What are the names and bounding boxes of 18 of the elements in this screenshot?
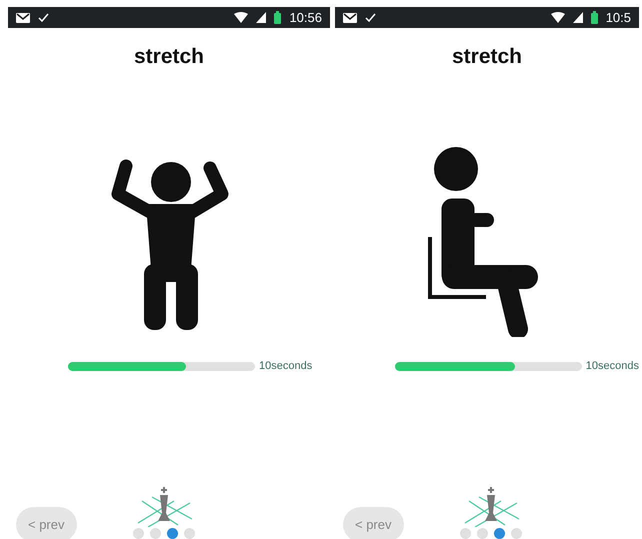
prev-button[interactable]: < prev — [343, 507, 404, 539]
duration-label: 10seconds — [586, 359, 639, 374]
check-icon — [365, 13, 376, 22]
duration-label: 10seconds — [259, 359, 312, 374]
wifi-icon — [234, 12, 248, 23]
wifi-icon — [550, 12, 565, 23]
mail-icon — [16, 12, 30, 22]
prev-button[interactable]: < prev — [16, 507, 76, 539]
status-time: 10:56 — [289, 8, 322, 27]
signal-icon — [256, 12, 266, 23]
check-icon — [38, 13, 49, 22]
mail-icon — [343, 12, 357, 22]
status-time: 10:5 — [606, 8, 631, 27]
exercise-title: stretch — [134, 44, 204, 70]
exercise-title: stretch — [452, 44, 522, 70]
battery-icon — [274, 11, 282, 24]
signal-icon — [572, 12, 583, 23]
battery-icon — [590, 11, 598, 24]
